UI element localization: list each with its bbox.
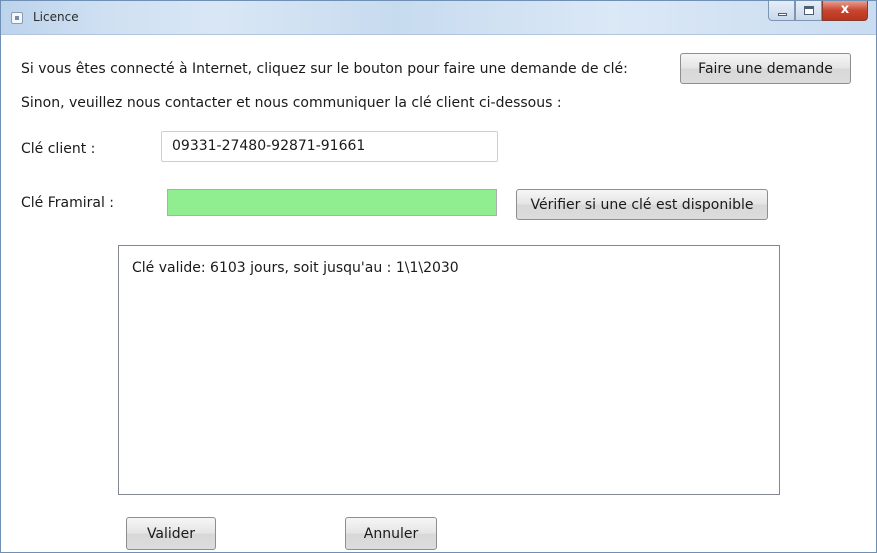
close-button[interactable]: x [822,1,868,21]
title-bar[interactable]: Licence x [1,1,876,35]
result-textarea[interactable]: Clé valide: 6103 jours, soit jusqu'au : … [118,245,780,495]
window-title: Licence [33,10,79,24]
minimize-icon [778,13,787,16]
intro-text-contact: Sinon, veuillez nous contacter et nous c… [21,95,562,111]
framiral-key-label: Clé Framiral : [21,195,115,211]
cancel-button[interactable]: Annuler [345,517,437,550]
maximize-icon [804,6,814,15]
client-key-field[interactable]: 09331-27480-92871-91661 [161,131,498,162]
app-icon [11,12,23,24]
licence-dialog: Licence x Si vous êtes connecté à Intern… [0,0,877,553]
intro-text-internet: Si vous êtes connecté à Internet, clique… [21,61,628,77]
maximize-button[interactable] [795,1,822,21]
validate-button[interactable]: Valider [126,517,216,550]
client-key-label: Clé client : [21,141,96,157]
close-icon: x [840,2,850,17]
result-text: Clé valide: 6103 jours, soit jusqu'au : … [132,260,459,276]
caption-buttons: x [768,1,868,21]
framiral-key-field[interactable] [167,189,497,216]
request-key-button[interactable]: Faire une demande [680,53,851,84]
client-key-value: 09331-27480-92871-91661 [172,138,366,154]
minimize-button[interactable] [768,1,795,21]
check-key-button[interactable]: Vérifier si une clé est disponible [516,189,768,220]
